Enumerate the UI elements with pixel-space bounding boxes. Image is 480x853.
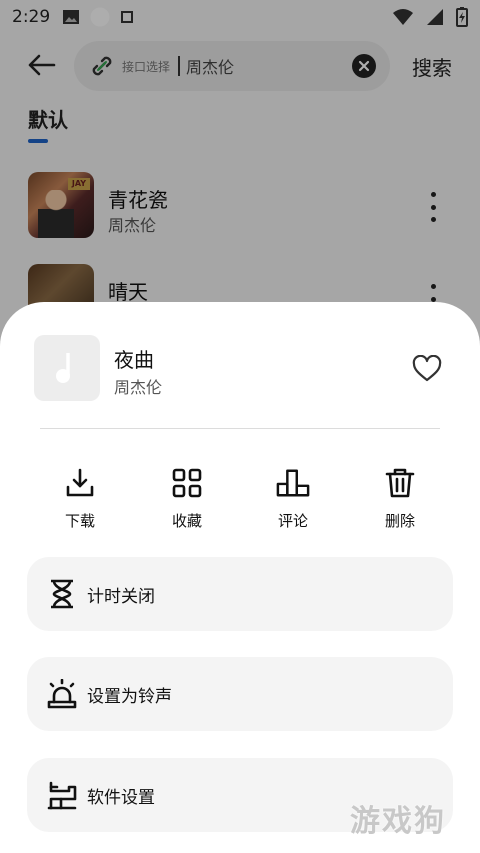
settings-icon bbox=[47, 781, 77, 810]
set-ringtone-option[interactable]: 设置为铃声 bbox=[27, 657, 453, 731]
trash-icon bbox=[385, 468, 415, 498]
heart-icon bbox=[412, 354, 442, 382]
alarm-icon bbox=[47, 679, 77, 709]
grid-icon bbox=[172, 468, 202, 498]
watermark: 游戏狗 bbox=[350, 804, 446, 839]
download-button[interactable]: 下载 bbox=[40, 466, 120, 531]
action-row: 下载 收藏 评论 删除 bbox=[0, 466, 480, 536]
sleep-timer-label: 计时关闭 bbox=[87, 586, 155, 607]
song-options-sheet: 夜曲 周杰伦 下载 收藏 评论 删除 计时关闭 设置为铃声 软件设置 bbox=[0, 302, 480, 853]
app-settings-label: 软件设置 bbox=[87, 787, 155, 808]
sleep-timer-option[interactable]: 计时关闭 bbox=[27, 557, 453, 631]
now-playing-cover bbox=[34, 335, 100, 401]
comment-label: 评论 bbox=[277, 512, 308, 530]
delete-label: 删除 bbox=[384, 512, 415, 530]
now-playing-artist: 周杰伦 bbox=[114, 378, 163, 397]
collect-label: 收藏 bbox=[171, 512, 202, 530]
divider bbox=[40, 428, 440, 429]
favorite-button[interactable] bbox=[412, 354, 442, 383]
comment-button[interactable]: 评论 bbox=[253, 466, 333, 531]
now-playing-title: 夜曲 bbox=[114, 348, 154, 372]
download-icon bbox=[66, 468, 94, 497]
download-label: 下载 bbox=[64, 512, 95, 530]
delete-button[interactable]: 删除 bbox=[360, 466, 440, 531]
set-ringtone-label: 设置为铃声 bbox=[87, 686, 172, 707]
collect-button[interactable]: 收藏 bbox=[147, 466, 227, 531]
podium-icon bbox=[276, 469, 310, 497]
music-note-icon bbox=[56, 353, 70, 383]
hourglass-icon bbox=[51, 579, 73, 609]
